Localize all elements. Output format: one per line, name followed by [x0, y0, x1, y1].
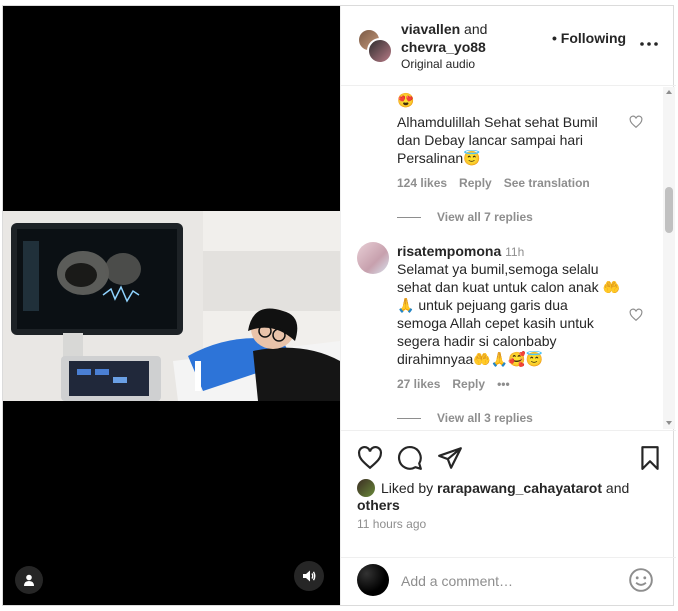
scrollbar-thumb[interactable] [665, 187, 673, 233]
send-icon[interactable] [437, 445, 463, 471]
post-video-frame [3, 211, 340, 401]
comment-header: risatempomona 11h [397, 242, 627, 261]
scroll-down-arrow[interactable] [666, 421, 672, 425]
post-dialog: viavallen and chevra_yo88 Original audio… [2, 5, 676, 606]
comment-text-line: 🙏 untuk pejuang garis dua [397, 297, 568, 313]
collab-avatars[interactable] [357, 28, 393, 64]
view-replies-label: View all 3 replies [437, 411, 533, 425]
comment-options-button[interactable]: ••• [497, 377, 510, 391]
post-header: viavallen and chevra_yo88 Original audio… [341, 6, 676, 86]
audio-label[interactable]: Original audio [401, 56, 487, 72]
heart-icon[interactable] [357, 445, 383, 471]
comment-text-line: sehat dan kuat untuk calon anak 🤲 [397, 279, 620, 295]
comment-likes[interactable]: 124 likes [397, 176, 447, 190]
avatar [357, 564, 389, 596]
liked-by-others[interactable]: others [357, 497, 400, 513]
comment-username[interactable]: risatempomona [397, 243, 501, 259]
divider [397, 216, 421, 218]
scroll-up-arrow[interactable] [666, 90, 672, 94]
comment-text-line: dan Debay lancar sampai hari [397, 132, 583, 148]
comment-text-line: segera hadir si calonbaby [397, 333, 557, 349]
avatar[interactable] [357, 479, 375, 497]
more-options-button[interactable] [639, 34, 659, 54]
comment-meta: 124 likes Reply See translation [397, 176, 590, 190]
emoji-icon[interactable] [628, 567, 654, 593]
avatar[interactable] [357, 242, 389, 274]
post-side-panel: viavallen and chevra_yo88 Original audio… [340, 6, 676, 605]
comments-scrollbar[interactable] [663, 87, 675, 429]
comment-meta: 27 likes Reply ••• [397, 377, 510, 391]
post-timestamp[interactable]: 11 hours ago [357, 517, 426, 531]
author-conjunction: and [464, 21, 488, 37]
divider [397, 417, 421, 419]
reply-button[interactable]: Reply [452, 377, 485, 391]
liked-by-prefix: Liked by [381, 480, 434, 496]
avatar[interactable] [367, 38, 393, 64]
author-username[interactable]: viavallen [401, 21, 460, 37]
liked-by-and: and [605, 480, 630, 496]
comment-text-line: Persalinan😇 [397, 150, 481, 166]
comment-text-line: dirahimnyaa🤲🙏🥰😇 [397, 351, 543, 367]
reply-button[interactable]: Reply [459, 176, 492, 190]
more-icon [640, 42, 658, 46]
audio-toggle-button[interactable] [294, 561, 324, 591]
following-button[interactable]: • Following [552, 30, 626, 46]
comment-input[interactable] [401, 571, 621, 591]
user-tag-icon [24, 574, 34, 586]
header-text: viavallen and chevra_yo88 Original audio [401, 20, 487, 72]
see-translation-button[interactable]: See translation [504, 176, 590, 190]
media-panel[interactable] [3, 6, 340, 605]
comment-emoji: 😍 [397, 92, 415, 108]
comment-likes[interactable]: 27 likes [397, 377, 440, 391]
speaker-icon [303, 570, 316, 582]
view-replies-label: View all 7 replies [437, 210, 533, 224]
comments-list[interactable]: 😍 Alhamdulillah Sehat sehat Bumil dan De… [341, 87, 676, 429]
view-replies-button[interactable]: View all 3 replies [397, 411, 533, 425]
comment-icon[interactable] [397, 445, 423, 471]
liked-by: Liked by rarapawang_cahayatarot and othe… [357, 479, 657, 514]
liked-by-username[interactable]: rarapawang_cahayatarot [437, 480, 602, 496]
comment-time[interactable]: 11h [505, 245, 524, 259]
coauthor-username[interactable]: chevra_yo88 [401, 39, 486, 55]
bookmark-icon[interactable] [637, 445, 663, 471]
view-replies-button[interactable]: View all 7 replies [397, 210, 533, 224]
comment-text-line: semoga Allah cepet kasih untuk [397, 315, 594, 331]
add-comment-bar [341, 557, 676, 605]
user-tag-button[interactable] [15, 566, 43, 594]
comment-like-icon[interactable] [629, 115, 643, 129]
post-actions: Liked by rarapawang_cahayatarot and othe… [341, 430, 676, 560]
comment-text-line: Alhamdulillah Sehat sehat Bumil [397, 114, 598, 130]
comment-text-line: Selamat ya bumil,semoga selalu [397, 261, 599, 277]
comment-like-icon[interactable] [629, 308, 643, 322]
